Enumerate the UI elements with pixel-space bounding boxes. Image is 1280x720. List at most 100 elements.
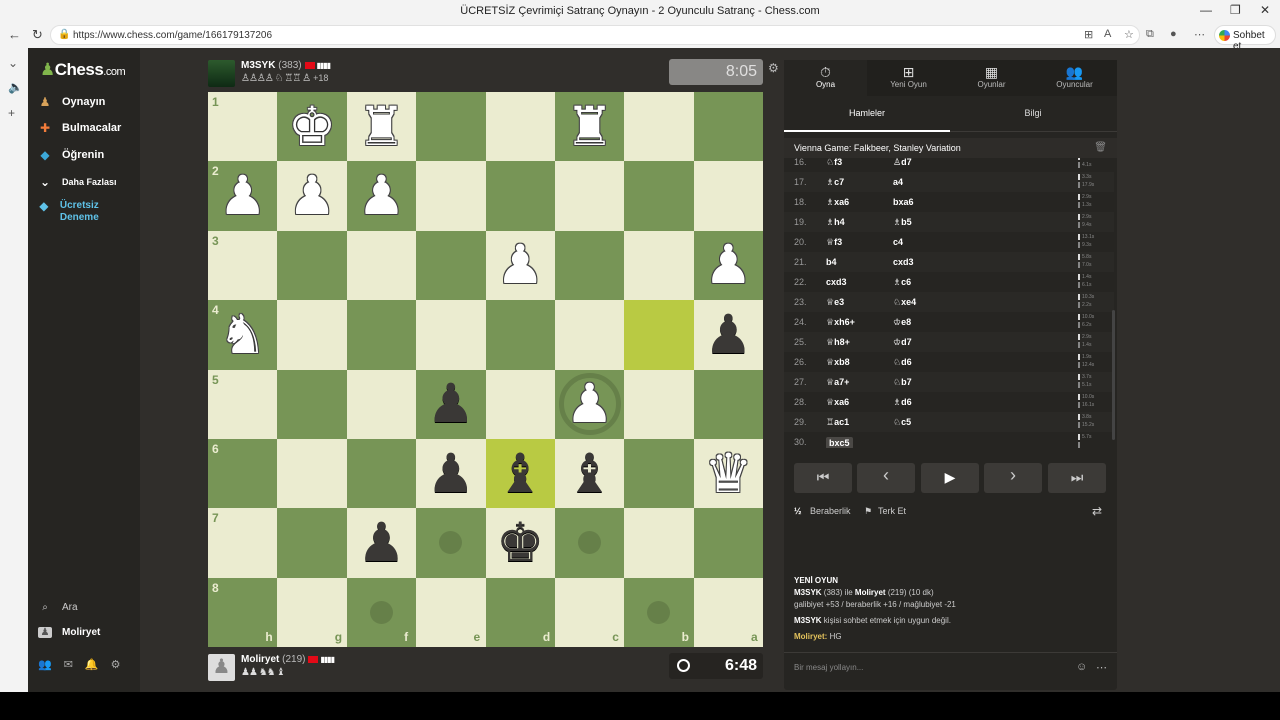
close-icon[interactable]: ✕ [1260, 3, 1270, 17]
board-square[interactable] [416, 300, 486, 370]
white-move[interactable]: ♗c7 [826, 177, 844, 188]
board-square[interactable] [624, 161, 694, 231]
chess-piece[interactable]: ♟ [694, 231, 763, 300]
board-square[interactable] [554, 300, 625, 370]
chess-piece[interactable]: ♟ [277, 161, 346, 230]
friends-icon[interactable]: 👥 [38, 658, 52, 671]
chess-piece[interactable]: ♞ [208, 300, 277, 369]
board-square[interactable] [277, 300, 347, 370]
bell-icon[interactable]: 🔔 [85, 658, 99, 671]
chess-piece[interactable]: ♟ [347, 508, 416, 577]
tab-play[interactable]: ⏱ Oyna [784, 60, 867, 96]
board-square[interactable] [624, 300, 694, 370]
chess-piece[interactable]: ♚ [277, 92, 346, 161]
chess-piece[interactable]: ♝ [555, 439, 624, 508]
sidebar-item-learn[interactable]: ◆ Öğrenin [38, 145, 104, 165]
board-square[interactable] [277, 369, 347, 439]
chess-piece[interactable]: ♜ [347, 92, 416, 161]
black-move[interactable]: ♘b7 [893, 377, 912, 388]
black-move[interactable]: ♙d7 [893, 158, 912, 168]
back-icon[interactable]: ← [8, 27, 21, 42]
black-move[interactable]: a4 [893, 177, 903, 187]
chess-piece[interactable]: ♟ [208, 161, 277, 230]
white-move[interactable]: ♗xa6 [826, 197, 849, 208]
board-square[interactable] [624, 369, 694, 439]
sidebar-item-puzzles[interactable]: ✚ Bulmacalar [38, 118, 121, 138]
black-move[interactable]: ♗c6 [893, 277, 911, 288]
chess-board[interactable]: 1 2 3 4 5 6 7 8 h g f e d c b a ♚ ♜ ♜ ♟ ♟ ♟ ♟ ♟ ♞ ♟ ♟ ♟ ♟ ♝ ♝ ♛ ♟ ♚ [208, 92, 763, 647]
white-move[interactable]: cxd3 [826, 277, 847, 287]
more-options-icon[interactable]: ⋯ [1096, 661, 1107, 674]
emoji-icon[interactable]: ☺ [1076, 661, 1087, 673]
white-move[interactable]: ♕h8+ [826, 337, 850, 348]
profile-icon[interactable]: ● [1170, 28, 1177, 40]
chess-piece[interactable]: ♚ [486, 508, 555, 577]
board-square[interactable] [624, 508, 694, 578]
board-square[interactable] [346, 230, 417, 301]
board-square[interactable] [346, 300, 417, 370]
chess-piece[interactable]: ♟ [416, 370, 485, 439]
previous-move-button[interactable]: ‹ [857, 463, 915, 493]
black-move[interactable]: c4 [893, 237, 903, 247]
white-move[interactable]: bxc5 [826, 437, 853, 448]
flip-board-icon[interactable]: ⇄ [1092, 504, 1102, 518]
board-square[interactable] [277, 438, 347, 509]
white-move[interactable]: b4 [826, 257, 837, 267]
white-move[interactable]: ♘f3 [826, 158, 842, 168]
chess-logo[interactable]: ♟Chess.com [40, 60, 126, 80]
next-move-button[interactable]: › [984, 463, 1042, 493]
board-square[interactable] [346, 438, 417, 509]
white-move[interactable]: ♕a7+ [826, 377, 849, 388]
tab-new-game[interactable]: ⊞ Yeni Oyun [867, 60, 950, 96]
board-square[interactable] [416, 161, 486, 231]
board-settings-gear-icon[interactable]: ⚙ [768, 61, 779, 75]
board-square[interactable] [485, 300, 555, 370]
speaker-icon[interactable]: 🔈 [8, 80, 23, 94]
chess-piece[interactable]: ♟ [416, 439, 485, 508]
sidebar-item-more[interactable]: ⌄ Daha Fazlası [38, 172, 117, 192]
maximize-icon[interactable]: ❐ [1230, 3, 1241, 17]
add-icon[interactable]: + [8, 106, 15, 120]
tab-players[interactable]: 👥 Oyuncular [1033, 60, 1116, 96]
board-square[interactable] [346, 369, 417, 439]
avatar[interactable] [208, 60, 235, 87]
black-move[interactable]: cxd3 [893, 257, 914, 267]
chess-piece[interactable]: ♟ [694, 300, 763, 369]
first-move-button[interactable]: ⏮ [794, 463, 852, 493]
draw-button[interactable]: Beraberlik [810, 506, 851, 516]
board-square[interactable] [277, 508, 347, 578]
white-move[interactable]: ♕xh6+ [826, 317, 855, 328]
black-move[interactable]: ♔e8 [893, 317, 911, 328]
move-list[interactable]: 16. ♘f3 ♙d7 12.4s4.1s 17. ♗c7 a4 3.3s17.9s 18. ♗x… [784, 158, 1117, 448]
move-list-scrollbar[interactable] [1112, 310, 1115, 440]
board-square[interactable] [693, 369, 763, 439]
black-move[interactable]: ♘d6 [893, 357, 912, 368]
chess-piece[interactable]: ♟ [347, 161, 416, 230]
black-move[interactable]: ♗d6 [893, 397, 912, 408]
board-square[interactable] [416, 92, 486, 162]
search-link[interactable]: ⌕ Ara [38, 602, 77, 613]
top-player-name[interactable]: M3SYK (383) ▮▮▮▮ [241, 60, 331, 71]
board-square[interactable] [693, 92, 763, 162]
white-move[interactable]: ♕e3 [826, 297, 844, 308]
chess-piece[interactable]: ♛ [694, 439, 763, 508]
chess-piece[interactable]: ♟ [555, 370, 624, 439]
trash-icon[interactable]: 🗑 [1094, 142, 1107, 153]
white-move[interactable]: ♗h4 [826, 217, 845, 228]
tab-moves[interactable]: Hamleler [784, 108, 950, 118]
chess-piece[interactable]: ♟ [486, 231, 555, 300]
board-square[interactable] [693, 161, 763, 231]
refresh-icon[interactable]: ↻ [32, 27, 43, 43]
white-move[interactable]: ♕f3 [826, 237, 842, 248]
chat-input[interactable]: Bir mesaj yollayın... ☺ ⋯ [784, 652, 1117, 682]
board-square[interactable] [277, 230, 347, 301]
play-button[interactable]: ▶ [921, 463, 979, 493]
board-square[interactable] [554, 161, 625, 231]
chess-piece[interactable]: ♜ [555, 92, 624, 161]
sidebar-item-play[interactable]: ♟ Oynayın [38, 92, 106, 112]
board-square[interactable] [693, 508, 763, 578]
black-move[interactable]: ♘xe4 [893, 297, 916, 308]
chevron-down-icon[interactable]: ⌄ [8, 56, 18, 70]
favorite-icon[interactable]: ☆ [1124, 28, 1134, 41]
avatar[interactable]: ♟ [208, 654, 235, 681]
